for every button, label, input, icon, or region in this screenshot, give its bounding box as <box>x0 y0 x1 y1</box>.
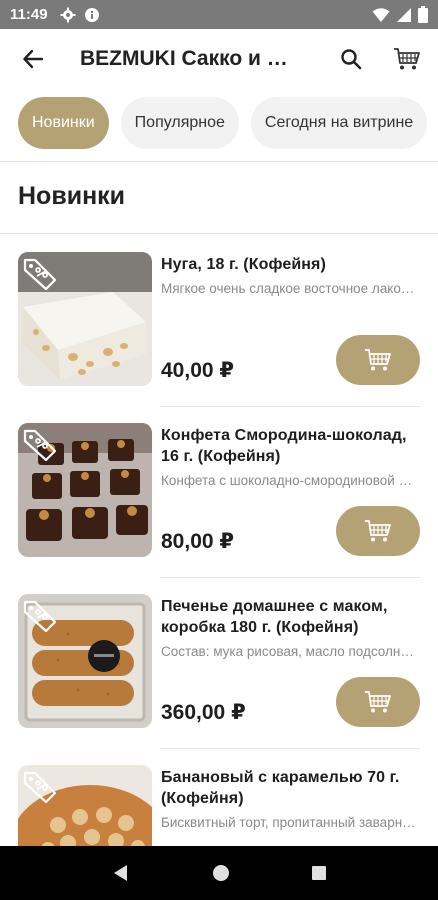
product-item[interactable]: Печенье домашнее с маком, коробка 180 г.… <box>0 578 438 749</box>
product-item[interactable]: Нуга, 18 г. (Кофейня) Мягкое очень сладк… <box>0 236 438 407</box>
product-price: 40,00 ₽ <box>161 359 234 382</box>
add-to-cart-button[interactable] <box>336 335 420 385</box>
discount-tag-icon <box>23 429 57 462</box>
system-nav-bar <box>0 846 438 900</box>
chip-today-showcase[interactable]: Сегодня на витрине <box>250 97 428 149</box>
product-description: Конфета с шоколадно-смородиновой начинко… <box>161 473 417 488</box>
chip-popular[interactable]: Популярное <box>120 97 239 149</box>
product-name: Банановый с карамелью 70 г. (Кофейня) <box>161 769 400 807</box>
product-image-nougat <box>18 252 152 386</box>
status-time: 11:49 <box>10 6 48 23</box>
chips-divider <box>0 161 438 162</box>
back-arrow-icon <box>23 49 44 69</box>
app-bar: BEZMUKI Сакко и Ванцетти <box>0 29 438 89</box>
gear-icon <box>60 7 76 22</box>
cart-icon <box>365 520 391 542</box>
product-description: Бисквитный торт, пропитанный заварным кр… <box>161 815 417 830</box>
product-item[interactable]: Конфета Смородина-шоколад, 16 г. (Кофейн… <box>0 407 438 578</box>
product-price: 80,00 ₽ <box>161 530 234 553</box>
product-name: Нуга, 18 г. (Кофейня) <box>161 256 326 273</box>
section-divider <box>0 233 438 234</box>
chip-new[interactable]: Новинки <box>18 97 109 149</box>
recents-square-icon[interactable] <box>311 865 327 881</box>
add-to-cart-button[interactable] <box>336 506 420 556</box>
product-list: Нуга, 18 г. (Кофейня) Мягкое очень сладк… <box>0 236 438 846</box>
discount-tag-icon <box>23 258 57 291</box>
cart-icon <box>365 349 391 371</box>
discount-tag-icon <box>23 600 57 633</box>
product-description: Состав: мука рисовая, масло подсолнечное <box>161 644 417 659</box>
cart-button[interactable] <box>382 29 432 89</box>
signal-icon <box>397 7 411 22</box>
product-price: 360,00 ₽ <box>161 701 246 724</box>
product-name: Конфета Смородина-шоколад, 16 г. (Кофейн… <box>161 427 407 465</box>
back-button[interactable] <box>6 29 60 89</box>
cart-icon <box>365 691 391 713</box>
info-icon <box>84 7 99 22</box>
section-title: Новинки <box>18 182 126 210</box>
category-chips: Новинки Популярное Сегодня на витрине <box>0 97 438 153</box>
wifi-icon <box>372 7 390 22</box>
discount-tag-icon <box>23 771 57 804</box>
product-image-cake <box>18 765 152 846</box>
search-button[interactable] <box>326 29 376 89</box>
home-circle-icon[interactable] <box>212 864 230 882</box>
search-icon <box>341 49 362 70</box>
product-item[interactable]: Банановый с карамелью 70 г. (Кофейня) Би… <box>0 749 438 846</box>
product-image-candy <box>18 423 152 557</box>
status-bar: 11:49 <box>0 0 438 29</box>
product-description: Мягкое очень сладкое восточное лакомство <box>161 281 417 296</box>
product-name: Печенье домашнее с маком, коробка 180 г.… <box>161 598 388 636</box>
battery-icon <box>418 6 428 23</box>
product-image-cookies <box>18 594 152 728</box>
cart-icon <box>394 48 420 70</box>
page-title: BEZMUKI Сакко и Ванцетти <box>80 47 290 70</box>
add-to-cart-button[interactable] <box>336 677 420 727</box>
back-triangle-icon[interactable] <box>111 863 131 883</box>
